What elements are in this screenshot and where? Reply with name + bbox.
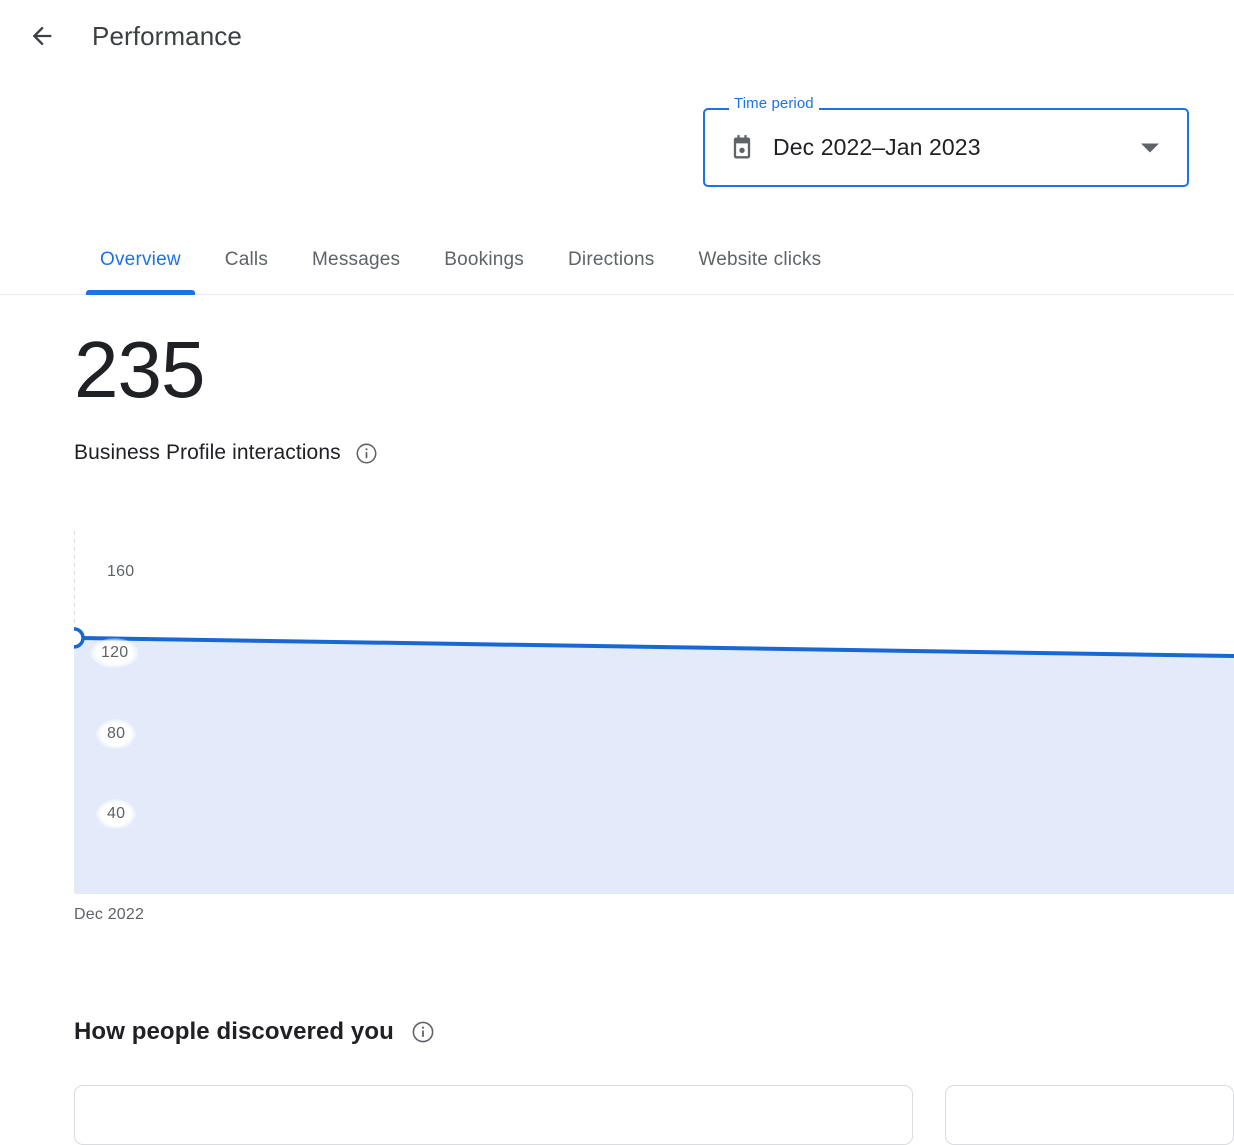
time-period-selector[interactable]: Dec 2022–Jan 2023 Time period (703, 96, 1189, 187)
tab-website-clicks[interactable]: Website clicks (676, 225, 843, 295)
tab-bar: Overview Calls Messages Bookings Directi… (0, 225, 1234, 295)
back-button[interactable] (18, 12, 66, 60)
arrow-back-icon (28, 22, 56, 50)
chart-data-point-marker[interactable] (74, 627, 85, 649)
metric-summary: 235 Business Profile interactions (74, 330, 378, 465)
time-period-legend: Time period (729, 96, 819, 111)
interactions-area-chart[interactable]: 160 120 80 40 (74, 531, 1234, 894)
tab-directions[interactable]: Directions (546, 225, 676, 295)
time-period-field[interactable]: Dec 2022–Jan 2023 (703, 108, 1189, 187)
discovered-cards-row (74, 1085, 1234, 1145)
metric-label-row: Business Profile interactions (74, 441, 378, 465)
info-icon[interactable] (411, 1020, 435, 1044)
discovered-section-header: How people discovered you (74, 1018, 435, 1046)
app-header: Performance (0, 0, 1234, 72)
tab-overview[interactable]: Overview (78, 225, 203, 295)
metric-value: 235 (74, 325, 205, 414)
y-axis-tick-80: 80 (96, 718, 137, 749)
section-title-discovered: How people discovered you (74, 1018, 394, 1045)
discovered-card-primary[interactable] (74, 1085, 913, 1145)
x-axis-tick-dec-2022: Dec 2022 (74, 906, 145, 923)
chevron-down-icon[interactable] (1141, 143, 1159, 152)
calendar-event-icon (728, 134, 756, 162)
discovered-card-secondary[interactable] (945, 1085, 1234, 1145)
page-title: Performance (92, 21, 242, 51)
tab-messages[interactable]: Messages (290, 225, 422, 295)
tab-calls[interactable]: Calls (203, 225, 290, 295)
metric-label: Business Profile interactions (74, 441, 341, 464)
chart-area-fill (74, 637, 1234, 894)
time-period-value: Dec 2022–Jan 2023 (773, 134, 981, 160)
tab-bookings[interactable]: Bookings (422, 225, 546, 295)
y-axis-tick-120: 120 (90, 638, 140, 668)
chart-svg (74, 531, 1234, 894)
info-icon[interactable] (355, 442, 378, 465)
